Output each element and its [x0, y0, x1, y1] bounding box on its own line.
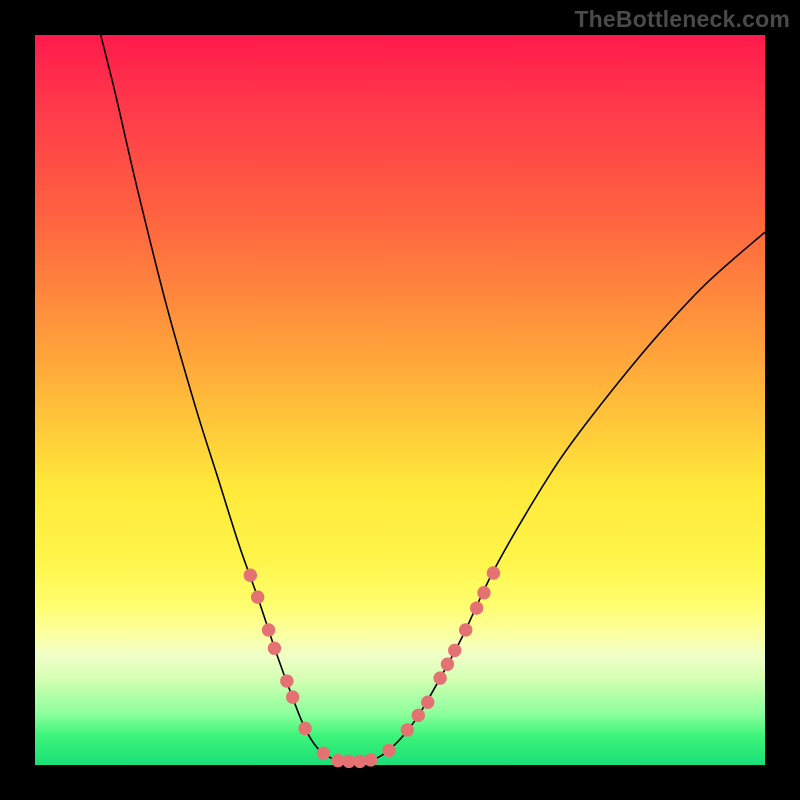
sample-point	[478, 587, 490, 599]
plot-area	[35, 35, 765, 765]
sample-point	[262, 624, 274, 636]
sample-point	[251, 591, 263, 603]
sample-point	[268, 642, 280, 654]
sample-point	[281, 675, 293, 687]
watermark-text: TheBottleneck.com	[574, 6, 790, 33]
bottleneck-curve-svg	[35, 35, 765, 765]
sample-point	[434, 672, 446, 684]
sample-point	[317, 747, 329, 759]
sample-point	[354, 755, 366, 767]
sample-point	[412, 709, 424, 721]
sample-point	[383, 744, 395, 756]
sample-point	[244, 569, 256, 581]
chart-frame: TheBottleneck.com	[0, 0, 800, 800]
sample-point	[299, 722, 311, 734]
sample-point	[470, 602, 482, 614]
sample-point	[441, 658, 453, 670]
sample-point	[460, 624, 472, 636]
sample-point	[487, 567, 499, 579]
sample-point	[365, 754, 377, 766]
bottleneck-curve	[101, 35, 765, 762]
sample-point	[449, 644, 461, 656]
sample-point	[422, 696, 434, 708]
sample-points-group	[244, 567, 499, 768]
sample-point	[401, 724, 413, 736]
sample-point	[286, 691, 298, 703]
